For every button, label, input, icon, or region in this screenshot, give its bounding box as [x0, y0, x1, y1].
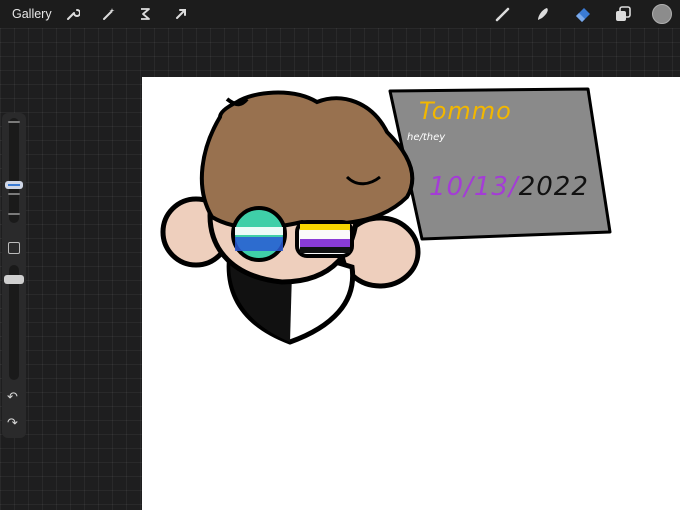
artwork-tag-name: Tommo — [419, 97, 512, 125]
artwork-tag-date: 10/13/2022 — [429, 172, 589, 202]
left-sidebar: ↶ ↷ — [2, 113, 26, 438]
artwork-tag-date-black: 2022 — [518, 172, 589, 202]
drawing-canvas[interactable]: Tommo he/they 10/13/2022 — [142, 77, 680, 510]
artwork-tag-pronouns: he/they — [407, 132, 446, 143]
wrench-icon[interactable] — [62, 3, 84, 25]
hair — [199, 90, 415, 230]
size-slider-tick — [8, 121, 20, 123]
magic-wand-icon[interactable] — [98, 3, 120, 25]
glasses-lens-right-black — [300, 247, 350, 253]
size-slider-tick — [8, 193, 20, 195]
brush-icon[interactable] — [492, 3, 514, 25]
right-tool-group — [492, 3, 672, 25]
artwork-tag-date-purple: 10/13/ — [429, 172, 519, 202]
selection-icon[interactable] — [134, 3, 156, 25]
modify-button[interactable] — [8, 242, 20, 254]
glasses-lens-right-purple — [300, 239, 350, 247]
gallery-button[interactable]: Gallery — [12, 7, 52, 21]
brush-size-slider[interactable] — [9, 118, 19, 223]
redo-icon[interactable]: ↷ — [7, 415, 18, 431]
size-slider-tick — [8, 213, 20, 215]
glasses-lens-left-stripe-blue — [235, 237, 283, 251]
layers-icon[interactable] — [612, 3, 634, 25]
eraser-icon[interactable] — [572, 3, 594, 25]
smudge-icon[interactable] — [532, 3, 554, 25]
glasses-lens-right-yellow — [300, 224, 350, 230]
opacity-thumb[interactable] — [4, 275, 24, 284]
color-picker-button[interactable] — [652, 4, 672, 24]
glasses-lens-left-stripe — [235, 227, 283, 235]
transform-arrow-icon[interactable] — [170, 3, 192, 25]
top-toolbar: Gallery — [0, 0, 680, 28]
brush-size-thumb[interactable] — [5, 181, 23, 189]
left-tool-group — [62, 3, 192, 25]
undo-icon[interactable]: ↶ — [7, 389, 18, 405]
